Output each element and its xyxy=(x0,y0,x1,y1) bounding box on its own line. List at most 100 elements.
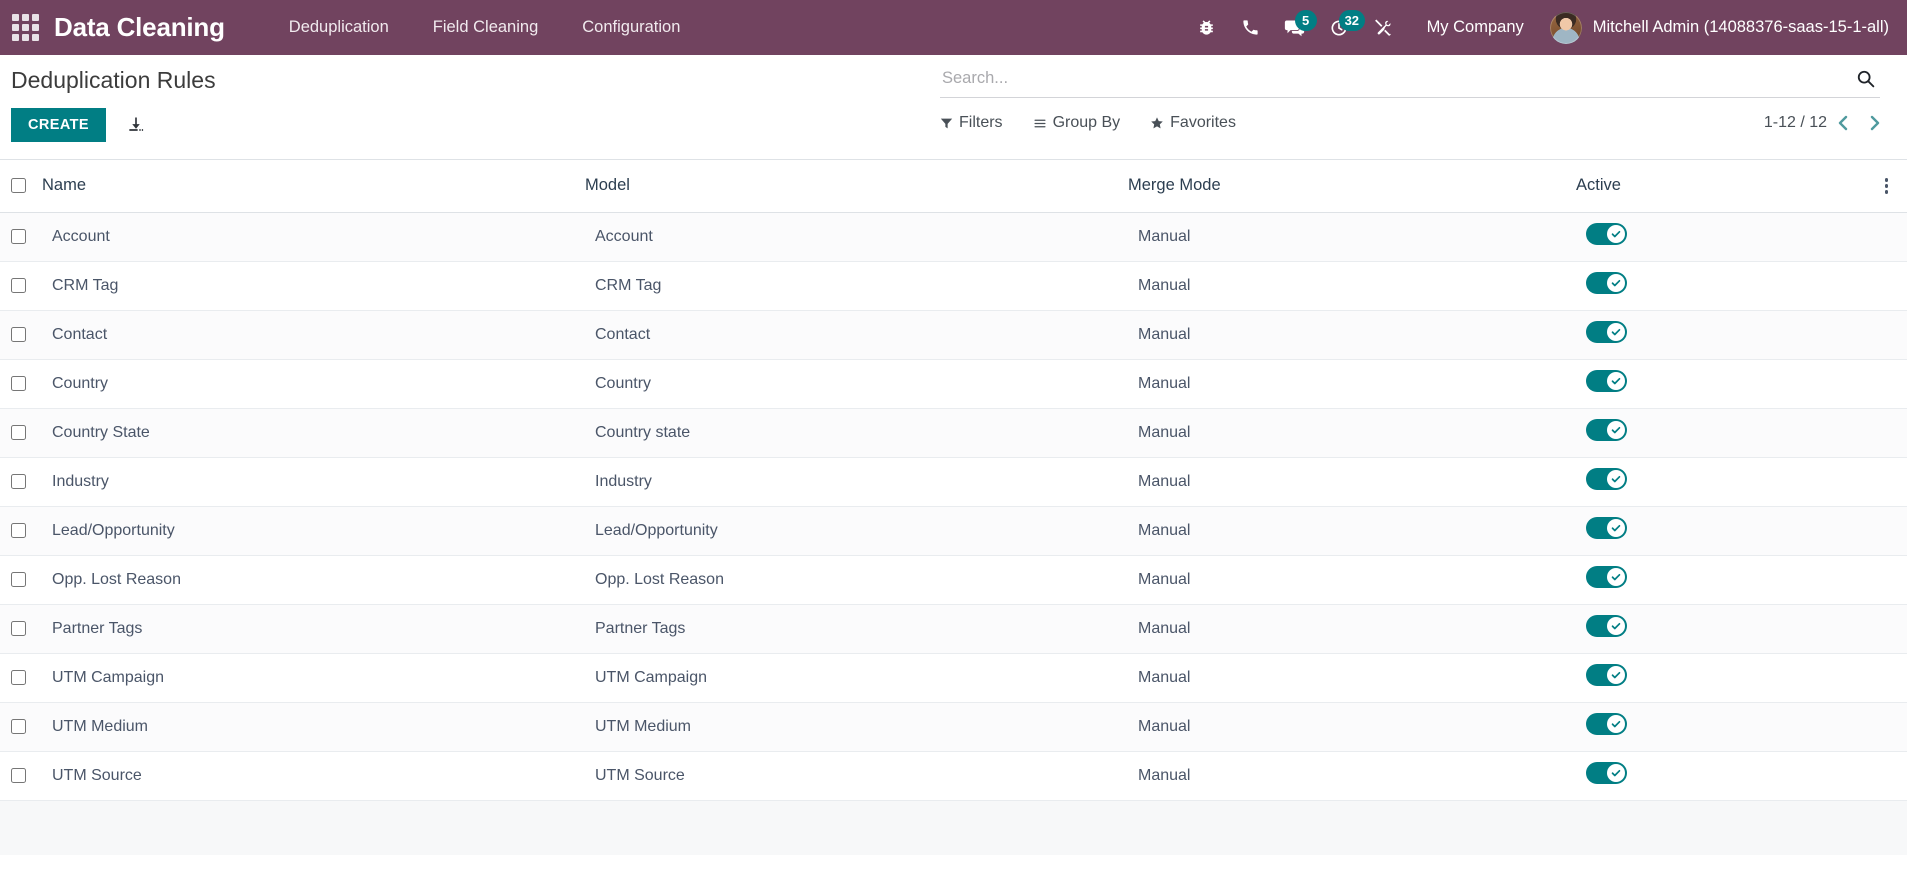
active-toggle[interactable] xyxy=(1586,223,1627,245)
active-toggle[interactable] xyxy=(1586,566,1627,588)
check-icon xyxy=(1611,377,1621,385)
select-all-checkbox[interactable] xyxy=(11,178,26,194)
user-menu[interactable]: Mitchell Admin (14088376-saas-15-1-all) xyxy=(1540,11,1889,44)
control-panel-buttons: CREATE xyxy=(11,108,146,142)
table-row[interactable]: UTM Campaign UTM Campaign Manual xyxy=(0,653,1907,703)
messages-icon[interactable]: 5 xyxy=(1273,8,1317,48)
nav-menu-deduplication[interactable]: Deduplication xyxy=(267,0,411,55)
row-checkbox[interactable] xyxy=(11,424,26,440)
cell-name: Account xyxy=(42,212,585,262)
active-toggle-wrap xyxy=(1576,468,1866,495)
check-icon xyxy=(1611,622,1621,630)
cell-name-text: CRM Tag xyxy=(52,276,119,294)
table-row[interactable]: Industry Industry Manual xyxy=(0,457,1907,507)
row-checkbox[interactable] xyxy=(11,375,26,391)
row-checkbox[interactable] xyxy=(11,326,26,342)
group-by-dropdown[interactable]: Group By xyxy=(1033,114,1121,132)
cell-name-text: Industry xyxy=(52,472,109,490)
toggle-knob xyxy=(1607,764,1625,782)
table-row[interactable]: CRM Tag CRM Tag Manual xyxy=(0,261,1907,311)
active-toggle[interactable] xyxy=(1586,468,1627,490)
column-header-name[interactable]: Name xyxy=(42,160,585,213)
table-row[interactable]: Partner Tags Partner Tags Manual xyxy=(0,604,1907,654)
active-toggle[interactable] xyxy=(1586,615,1627,637)
table-row[interactable]: Account Account Manual xyxy=(0,212,1907,262)
active-toggle-wrap xyxy=(1576,272,1866,299)
favorites-dropdown[interactable]: Favorites xyxy=(1150,114,1236,132)
cell-name-text: Account xyxy=(52,227,110,245)
cell-options xyxy=(1866,604,1907,654)
cell-merge-mode: Manual xyxy=(1128,457,1576,507)
cell-name: UTM Medium xyxy=(42,702,585,752)
row-select-cell xyxy=(0,653,42,703)
phone-icon[interactable] xyxy=(1229,8,1273,48)
toggle-knob xyxy=(1607,323,1625,341)
nav-menu-field-cleaning[interactable]: Field Cleaning xyxy=(411,0,560,55)
active-toggle[interactable] xyxy=(1586,664,1627,686)
cell-name: Industry xyxy=(42,457,585,507)
cell-name-text: Partner Tags xyxy=(52,619,143,637)
cell-active xyxy=(1576,604,1866,654)
table-row[interactable]: Contact Contact Manual xyxy=(0,310,1907,360)
search-input[interactable] xyxy=(940,65,1845,92)
group-by-label: Group By xyxy=(1052,114,1121,131)
vertical-dots-icon[interactable] xyxy=(1866,178,1907,194)
table-row[interactable]: UTM Source UTM Source Manual xyxy=(0,751,1907,801)
column-header-active[interactable]: Active xyxy=(1576,160,1866,213)
cell-name-text: Lead/Opportunity xyxy=(52,521,175,539)
app-brand-title[interactable]: Data Cleaning xyxy=(54,12,225,43)
cell-name: UTM Source xyxy=(42,751,585,801)
activities-clock-icon[interactable]: 32 xyxy=(1317,8,1366,48)
bars-icon xyxy=(1034,119,1046,127)
active-toggle[interactable] xyxy=(1586,272,1627,294)
active-toggle[interactable] xyxy=(1586,419,1627,441)
cell-active xyxy=(1576,653,1866,703)
table-row[interactable]: Lead/Opportunity Lead/Opportunity Manual xyxy=(0,506,1907,556)
cell-name: Contact xyxy=(42,310,585,360)
rules-table: Name Model Merge Mode Active Account Acco… xyxy=(0,160,1907,801)
cell-merge-mode: Manual xyxy=(1128,408,1576,458)
table-row[interactable]: Opp. Lost Reason Opp. Lost Reason Manual xyxy=(0,555,1907,605)
company-selector[interactable]: My Company xyxy=(1405,18,1540,37)
row-checkbox[interactable] xyxy=(11,277,26,293)
import-download-icon[interactable] xyxy=(126,115,146,135)
cell-model: UTM Source xyxy=(585,751,1128,801)
row-checkbox[interactable] xyxy=(11,571,26,587)
search-icon[interactable] xyxy=(1845,68,1880,89)
deduplication-rules-list: Name Model Merge Mode Active Account Acco… xyxy=(0,160,1907,895)
table-row[interactable]: Country Country Manual xyxy=(0,359,1907,409)
cell-model-text: UTM Source xyxy=(595,766,685,784)
column-header-merge-mode[interactable]: Merge Mode xyxy=(1128,160,1576,213)
table-row[interactable]: UTM Medium UTM Medium Manual xyxy=(0,702,1907,752)
row-checkbox[interactable] xyxy=(11,522,26,538)
row-checkbox[interactable] xyxy=(11,767,26,783)
active-toggle[interactable] xyxy=(1586,713,1627,735)
cell-merge-mode: Manual xyxy=(1128,653,1576,703)
row-checkbox[interactable] xyxy=(11,473,26,489)
cell-merge-mode-text: Manual xyxy=(1138,325,1191,343)
cell-name-text: Country State xyxy=(52,423,150,441)
row-checkbox[interactable] xyxy=(11,228,26,244)
funnel-icon xyxy=(940,118,953,128)
create-button[interactable]: CREATE xyxy=(11,108,106,142)
active-toggle-wrap xyxy=(1576,566,1866,593)
tools-icon[interactable] xyxy=(1361,8,1405,48)
nav-menu-configuration[interactable]: Configuration xyxy=(560,0,702,55)
apps-grid-icon[interactable] xyxy=(8,11,42,45)
active-toggle[interactable] xyxy=(1586,321,1627,343)
cell-merge-mode-text: Manual xyxy=(1138,374,1191,392)
active-toggle[interactable] xyxy=(1586,517,1627,539)
cell-name: Opp. Lost Reason xyxy=(42,555,585,605)
column-header-model[interactable]: Model xyxy=(585,160,1128,213)
bug-icon[interactable] xyxy=(1185,8,1229,48)
row-checkbox[interactable] xyxy=(11,620,26,636)
cell-active xyxy=(1576,555,1866,605)
active-toggle[interactable] xyxy=(1586,762,1627,784)
pager-next-button[interactable] xyxy=(1859,113,1891,133)
filters-dropdown[interactable]: Filters xyxy=(940,114,1003,132)
pager-previous-button[interactable] xyxy=(1827,113,1859,133)
row-checkbox[interactable] xyxy=(11,718,26,734)
table-row[interactable]: Country State Country state Manual xyxy=(0,408,1907,458)
active-toggle[interactable] xyxy=(1586,370,1627,392)
row-checkbox[interactable] xyxy=(11,669,26,685)
